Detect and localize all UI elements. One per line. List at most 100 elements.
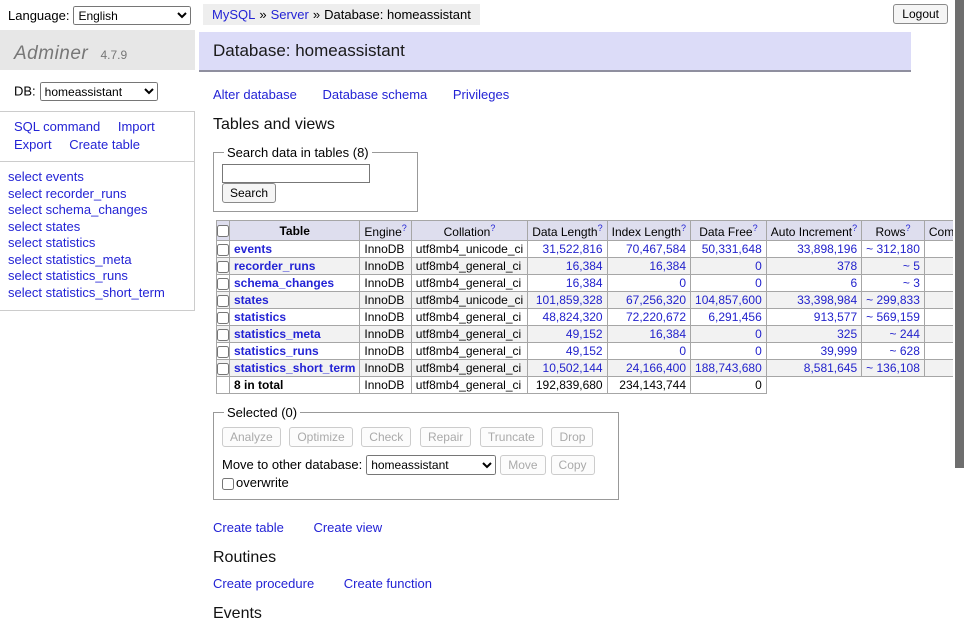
index-length-link[interactable]: 0 xyxy=(679,276,686,290)
index-length-link[interactable]: 16,384 xyxy=(649,327,686,341)
data-length-help-link[interactable]: ? xyxy=(598,223,603,233)
data-free-link[interactable]: 6,291,456 xyxy=(708,310,761,324)
move-database-select[interactable]: homeassistant xyxy=(366,455,496,475)
row-checkbox[interactable] xyxy=(217,278,229,290)
data-free-link[interactable]: 0 xyxy=(755,344,762,358)
auto-increment-link[interactable]: 33,398,984 xyxy=(797,293,857,307)
search-button[interactable]: Search xyxy=(222,183,276,203)
row-checkbox[interactable] xyxy=(217,363,229,375)
table-link[interactable]: recorder_runs xyxy=(234,259,315,273)
sql-command-link[interactable]: SQL command xyxy=(14,119,100,134)
sidebar-item-select-schema-changes[interactable]: select schema_changes xyxy=(8,202,194,219)
drop-button[interactable]: Drop xyxy=(551,427,593,447)
breadcrumb-server-link[interactable]: Server xyxy=(271,7,309,22)
index-length-link[interactable]: 24,166,400 xyxy=(626,361,686,375)
data-free-link[interactable]: 104,857,600 xyxy=(695,293,762,307)
privileges-link[interactable]: Privileges xyxy=(453,87,509,102)
rows-link[interactable]: ~ 299,833 xyxy=(866,293,920,307)
data-free-help-link[interactable]: ? xyxy=(753,223,758,233)
sidebar-item-select-events[interactable]: select events xyxy=(8,169,194,186)
rows-link[interactable]: ~ 136,108 xyxy=(866,361,920,375)
data-length-link[interactable]: 31,522,816 xyxy=(543,242,603,256)
index-length-link[interactable]: 16,384 xyxy=(649,259,686,273)
rows-link[interactable]: ~ 5 xyxy=(903,259,920,273)
move-button[interactable]: Move xyxy=(500,455,545,475)
auto-increment-link[interactable]: 39,999 xyxy=(820,344,857,358)
rows-link[interactable]: ~ 628 xyxy=(890,344,920,358)
collation-help-link[interactable]: ? xyxy=(490,223,495,233)
data-free-link[interactable]: 0 xyxy=(755,259,762,273)
rows-help-link[interactable]: ? xyxy=(906,223,911,233)
table-link[interactable]: events xyxy=(234,242,272,256)
copy-button[interactable]: Copy xyxy=(551,455,595,475)
sidebar-item-select-states[interactable]: select states xyxy=(8,219,194,236)
engine-help-link[interactable]: ? xyxy=(402,223,407,233)
table-link[interactable]: schema_changes xyxy=(234,276,334,290)
data-length-link[interactable]: 16,384 xyxy=(566,276,603,290)
auto-increment-link[interactable]: 6 xyxy=(850,276,857,290)
index-length-link[interactable]: 67,256,320 xyxy=(626,293,686,307)
scrollbar-thumb[interactable] xyxy=(955,0,964,468)
auto-increment-link[interactable]: 913,577 xyxy=(814,310,857,324)
rows-link[interactable]: ~ 3 xyxy=(903,276,920,290)
table-link[interactable]: statistics xyxy=(234,310,286,324)
data-length-link[interactable]: 16,384 xyxy=(566,259,603,273)
db-select[interactable]: homeassistant xyxy=(40,82,158,101)
index-length-link[interactable]: 0 xyxy=(679,344,686,358)
row-checkbox[interactable] xyxy=(217,312,229,324)
sidebar-item-select-statistics-runs[interactable]: select statistics_runs xyxy=(8,268,194,285)
sidebar-item-select-statistics[interactable]: select statistics xyxy=(8,235,194,252)
check-button[interactable]: Check xyxy=(361,427,411,447)
create-procedure-link[interactable]: Create procedure xyxy=(213,576,314,591)
table-link[interactable]: statistics_short_term xyxy=(234,361,355,375)
optimize-button[interactable]: Optimize xyxy=(289,427,352,447)
table-link[interactable]: statistics_meta xyxy=(234,327,321,341)
data-length-link[interactable]: 49,152 xyxy=(566,344,603,358)
analyze-button[interactable]: Analyze xyxy=(222,427,281,447)
index-length-link[interactable]: 72,220,672 xyxy=(626,310,686,324)
table-link[interactable]: statistics_runs xyxy=(234,344,319,358)
auto-increment-link[interactable]: 33,898,196 xyxy=(797,242,857,256)
auto-increment-link[interactable]: 325 xyxy=(837,327,857,341)
sidebar-item-select-statistics-short-term[interactable]: select statistics_short_term xyxy=(8,285,194,302)
sidebar-item-select-recorder-runs[interactable]: select recorder_runs xyxy=(8,186,194,203)
import-link[interactable]: Import xyxy=(118,119,155,134)
language-select[interactable]: English xyxy=(73,6,191,25)
auto-increment-link[interactable]: 8,581,645 xyxy=(804,361,857,375)
auto-increment-link[interactable]: 378 xyxy=(837,259,857,273)
overwrite-checkbox[interactable] xyxy=(222,478,234,490)
data-length-link[interactable]: 10,502,144 xyxy=(543,361,603,375)
sidebar-item-select-statistics-meta[interactable]: select statistics_meta xyxy=(8,252,194,269)
create-view-link[interactable]: Create view xyxy=(313,520,382,535)
select-all-checkbox[interactable] xyxy=(217,225,229,237)
index-length-link[interactable]: 70,467,584 xyxy=(626,242,686,256)
table-link[interactable]: states xyxy=(234,293,269,307)
create-table-link[interactable]: Create table xyxy=(213,520,284,535)
data-length-link[interactable]: 48,824,320 xyxy=(543,310,603,324)
rows-link[interactable]: ~ 312,180 xyxy=(866,242,920,256)
data-free-link[interactable]: 0 xyxy=(755,276,762,290)
alter-database-link[interactable]: Alter database xyxy=(213,87,297,102)
rows-link[interactable]: ~ 244 xyxy=(890,327,920,341)
index-length-help-link[interactable]: ? xyxy=(681,223,686,233)
row-checkbox[interactable] xyxy=(217,261,229,273)
data-free-link[interactable]: 0 xyxy=(755,327,762,341)
data-free-link[interactable]: 188,743,680 xyxy=(695,361,762,375)
rows-link[interactable]: ~ 569,159 xyxy=(866,310,920,324)
data-free-link[interactable]: 50,331,648 xyxy=(702,242,762,256)
data-length-link[interactable]: 49,152 xyxy=(566,327,603,341)
auto-increment-help-link[interactable]: ? xyxy=(852,223,857,233)
create-table-link-sidebar[interactable]: Create table xyxy=(69,137,140,152)
export-link[interactable]: Export xyxy=(14,137,52,152)
search-input[interactable] xyxy=(222,164,370,183)
database-schema-link[interactable]: Database schema xyxy=(322,87,427,102)
row-checkbox[interactable] xyxy=(217,329,229,341)
data-length-link[interactable]: 101,859,328 xyxy=(536,293,603,307)
row-checkbox[interactable] xyxy=(217,346,229,358)
create-function-link[interactable]: Create function xyxy=(344,576,432,591)
repair-button[interactable]: Repair xyxy=(420,427,471,447)
truncate-button[interactable]: Truncate xyxy=(480,427,543,447)
breadcrumb-mysql-link[interactable]: MySQL xyxy=(212,7,255,22)
row-checkbox[interactable] xyxy=(217,295,229,307)
row-checkbox[interactable] xyxy=(217,244,229,256)
